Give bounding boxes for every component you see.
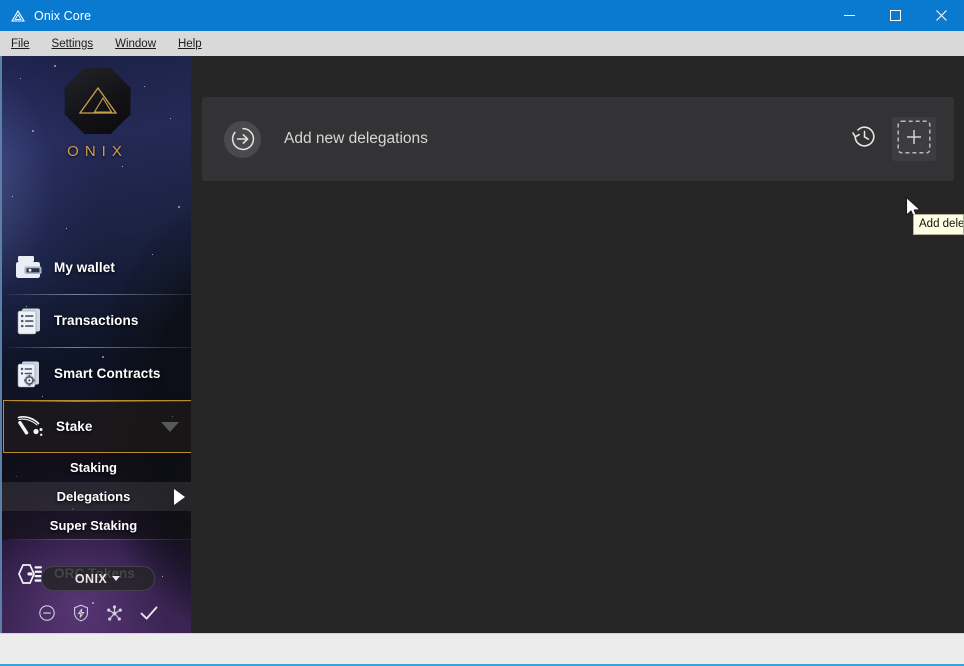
menu-file[interactable]: File [0,31,41,56]
sidebar-item-stake[interactable]: Stake [3,400,191,453]
app-icon [10,8,26,24]
sidebar-subitem-super-staking-label: Super Staking [49,518,138,533]
menu-settings-label: Settings [51,37,94,50]
sidebar-subitem-staking-label: Staking [70,460,117,475]
add-delegation-button[interactable] [892,117,936,161]
card-title: Add new delegations [284,130,428,147]
network-nodes-icon[interactable] [105,603,125,623]
sidebar-subitem-delegations[interactable]: Delegations [2,482,191,511]
shield-bolt-icon[interactable] [71,603,91,623]
menu-help[interactable]: Help [167,31,213,56]
sidebar-item-smart-contracts-label: Smart Contracts [54,366,161,381]
menu-bar: File Settings Window Help [0,31,964,57]
brand-logo-block: ONIX [2,68,191,160]
onix-core-window: Onix Core File Settings Window Help ONIX… [0,0,964,666]
onix-octagon-logo-icon [64,68,131,134]
sidebar-nav: My wallet Transactions Smart Contracts S… [2,241,191,600]
no-connection-icon[interactable] [37,603,57,623]
sidebar-item-smart-contracts[interactable]: Smart Contracts [2,347,191,400]
wallet-icon [14,253,44,283]
pickaxe-icon [16,412,46,442]
minimize-button[interactable] [826,0,872,31]
status-bar [0,633,964,666]
menu-window-label: Window [115,37,156,50]
history-clock-icon [851,123,878,155]
arrow-right-circle-icon [224,120,261,158]
delegation-history-button[interactable] [842,117,886,161]
title-bar: Onix Core [0,0,964,31]
sidebar-item-my-wallet-label: My wallet [54,260,115,275]
smart-contract-icon [14,359,44,389]
caret-down-icon [112,576,121,581]
menu-file-label: File [11,37,30,50]
chevron-right-icon [174,488,185,505]
window-controls [826,0,964,31]
unit-selector-label: ONIX [74,571,108,586]
sidebar-item-transactions[interactable]: Transactions [2,294,191,347]
app-body: ONIX My wallet Transactions Smart Contra… [0,56,964,633]
close-button[interactable] [918,0,964,31]
sidebar: ONIX My wallet Transactions Smart Contra… [0,56,191,633]
menu-window[interactable]: Window [104,31,167,56]
brand-logo-text: ONIX [67,143,128,160]
add-delegations-card: Add new delegations [202,97,954,181]
stake-submenu: Staking Delegations Super Staking [2,453,191,540]
transactions-list-icon [14,306,44,336]
sidebar-subitem-staking[interactable]: Staking [2,453,191,482]
add-delegation-tooltip: Add delegation [913,214,964,235]
status-icon-row [2,603,191,623]
sidebar-item-transactions-label: Transactions [54,313,139,328]
plus-icon [897,119,931,159]
main-content: Add new delegations [191,56,964,633]
unit-selector-button[interactable]: ONIX [40,566,155,591]
sync-check-icon[interactable] [139,603,159,623]
sidebar-item-stake-label: Stake [56,419,93,434]
sidebar-item-my-wallet[interactable]: My wallet [2,241,191,294]
menu-help-label: Help [178,37,202,50]
window-title: Onix Core [34,8,92,23]
menu-settings[interactable]: Settings [41,31,105,56]
chevron-down-icon [161,421,179,432]
maximize-button[interactable] [872,0,918,31]
card-action-buttons [842,117,936,161]
sidebar-subitem-super-staking[interactable]: Super Staking [2,511,191,540]
sidebar-footer: ONIX [2,566,191,623]
sidebar-subitem-delegations-label: Delegations [56,489,131,504]
